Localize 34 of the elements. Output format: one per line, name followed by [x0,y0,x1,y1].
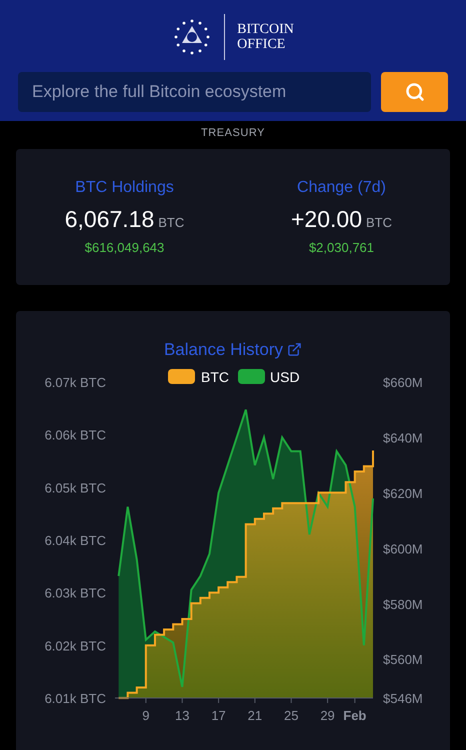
logo-text: BITCOIN [237,22,294,37]
axis-label: $640M [383,430,423,446]
axis-label: Feb [343,708,366,723]
axis-label: $580M [383,596,423,612]
axis-label: 17 [211,708,226,723]
stat-label: Change (7d) [297,178,386,198]
stat-usd-value: $2,030,761 [308,239,374,257]
stat-label: BTC Holdings [75,178,174,198]
axis-label: 25 [284,708,298,723]
axis-label: $600M [383,541,423,556]
logo-text: OFFICE [237,37,286,52]
axis-label: 29 [320,708,335,723]
axis-label: 6.07k BTC [44,375,106,390]
axis-label: 6.03k BTC [44,586,106,601]
axis-label: 6.02k BTC [44,638,106,654]
stat-unit: BTC [366,214,392,232]
legend-label: USD [270,369,300,385]
axis-label: 6.01k BTC [44,691,106,706]
axis-label: $560M [383,652,423,668]
section-label: TREASURY [200,127,266,139]
axis-label: $620M [383,486,423,501]
axis-label: $546M [383,691,423,706]
stat-usd-value: $616,049,643 [84,239,164,257]
stat-unit: BTC [158,214,184,232]
stat-value: 6,067.18 [64,204,154,234]
axis-label: 6.04k BTC [44,533,106,548]
axis-label: 21 [248,708,262,723]
axis-label: 6.06k BTC [44,428,106,443]
stat-value: +20.00 [291,204,362,234]
axis-label: 6.05k BTC [44,480,106,496]
axis-label: 9 [142,708,150,723]
legend-label: BTC [201,369,229,385]
axis-label: $660M [383,375,423,390]
axis-label: 13 [175,708,190,723]
